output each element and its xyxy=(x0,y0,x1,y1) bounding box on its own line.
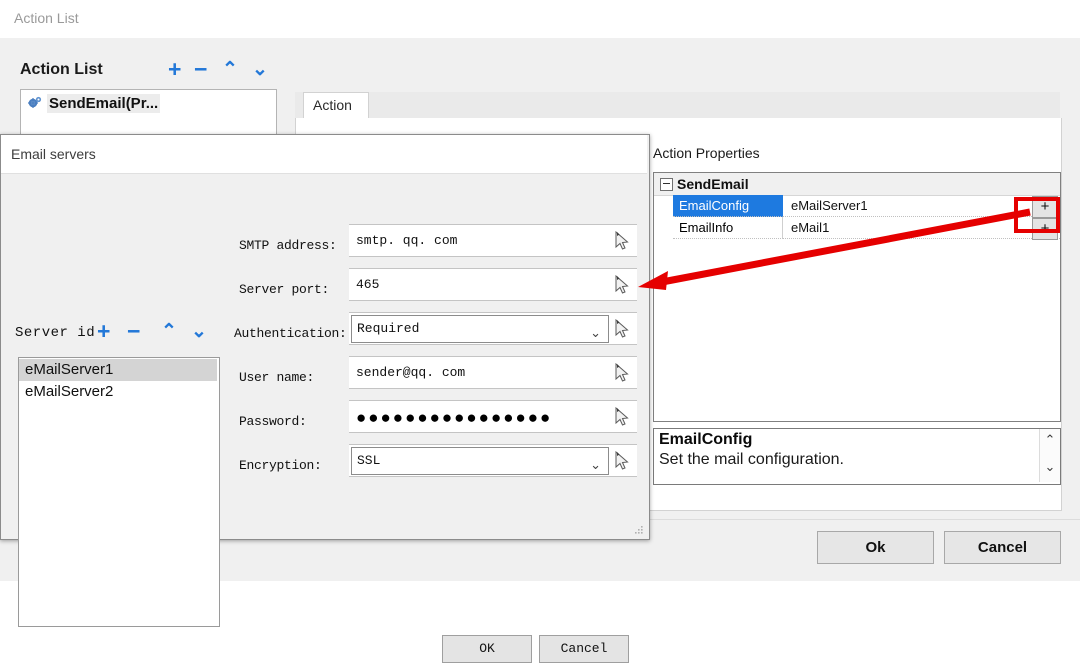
password-label: Password: xyxy=(239,414,307,429)
server-move-down-icon[interactable]: ⌄ xyxy=(191,322,207,341)
property-key-cell[interactable]: EmailConfig xyxy=(673,195,783,217)
tab-action-label: Action xyxy=(313,97,352,113)
encryption-selected-value: SSL xyxy=(357,453,381,468)
user-name-label: User name: xyxy=(239,370,315,385)
collapse-expander-icon[interactable] xyxy=(660,178,673,191)
cancel-button[interactable]: Cancel xyxy=(944,531,1061,564)
cursor-picker-icon[interactable] xyxy=(612,407,632,428)
chevron-down-icon[interactable]: ⌄ xyxy=(590,321,601,347)
property-key-cell[interactable]: EmailInfo xyxy=(673,217,783,239)
action-list-move-up-icon[interactable]: ⌃ xyxy=(222,60,238,79)
ok-button[interactable]: Ok xyxy=(817,531,934,564)
property-group-label: SendEmail xyxy=(677,176,749,192)
chevron-down-icon[interactable]: ⌄ xyxy=(590,453,601,479)
annotation-highlight-box xyxy=(1014,197,1060,233)
server-move-up-icon[interactable]: ⌃ xyxy=(161,322,177,341)
smtp-address-input[interactable]: smtp. qq. com xyxy=(351,227,609,254)
property-key-label: EmailConfig xyxy=(679,198,750,213)
action-properties-heading: Action Properties xyxy=(653,145,760,161)
property-description-pane: EmailConfig Set the mail configuration. … xyxy=(653,428,1061,485)
authentication-label: Authentication: xyxy=(234,326,347,341)
window-title: Action List xyxy=(14,10,79,26)
scroll-down-icon[interactable]: ⌄ xyxy=(1040,459,1060,475)
property-row-emailconfig[interactable]: EmailConfig eMailServer1 + xyxy=(654,195,1060,218)
tab-strip xyxy=(295,92,1060,119)
server-port-field-shell: 465 xyxy=(349,268,637,301)
smtp-address-field-shell: smtp. qq. com xyxy=(349,224,637,257)
server-port-input[interactable]: 465 xyxy=(351,271,609,298)
user-name-field-shell: sender@qq. com xyxy=(349,356,637,389)
email-servers-dialog: Email servers Server id + − ⌃ ⌄ eMailSer… xyxy=(0,134,650,663)
password-input[interactable]: ●●●●●●●●●●●●●●●● xyxy=(356,403,552,432)
cursor-picker-icon[interactable] xyxy=(612,363,632,384)
dialog-title: Email servers xyxy=(11,146,96,162)
property-value-label: eMail1 xyxy=(791,220,830,235)
property-row-emailinfo[interactable]: EmailInfo eMail1 + xyxy=(654,217,1060,240)
password-field-shell: ●●●●●●●●●●●●●●●● xyxy=(349,400,637,433)
list-item-label: SendEmail(Pr... xyxy=(47,94,161,113)
server-list-box[interactable]: eMailServer1 eMailServer2 xyxy=(18,357,220,627)
server-port-label: Server port: xyxy=(239,282,330,297)
smtp-address-label: SMTP address: xyxy=(239,238,337,253)
user-name-input[interactable]: sender@qq. com xyxy=(351,359,609,386)
encryption-label: Encryption: xyxy=(239,458,322,473)
cursor-picker-icon[interactable] xyxy=(612,275,632,296)
encryption-select[interactable]: SSL ⌄ xyxy=(351,447,609,475)
list-item[interactable]: SendEmail(Pr... xyxy=(21,93,276,115)
description-scrollbar[interactable]: ⌃ ⌄ xyxy=(1039,429,1060,482)
dialog-titlebar: Email servers xyxy=(1,135,647,174)
cursor-picker-icon[interactable] xyxy=(612,451,632,472)
property-key-label: EmailInfo xyxy=(679,220,734,235)
action-list-heading: Action List xyxy=(20,61,103,78)
server-remove-icon[interactable]: − xyxy=(127,320,140,343)
dialog-ok-button[interactable]: OK xyxy=(442,635,532,663)
property-value-label: eMailServer1 xyxy=(791,198,868,213)
cursor-picker-icon[interactable] xyxy=(612,231,632,252)
server-add-icon[interactable]: + xyxy=(97,320,110,343)
server-list-item[interactable]: eMailServer2 xyxy=(19,381,217,403)
encryption-field-shell: SSL ⌄ xyxy=(349,444,637,477)
authentication-field-shell: Required ⌄ xyxy=(349,312,637,345)
action-list-add-icon[interactable]: + xyxy=(168,58,181,81)
dialog-cancel-button[interactable]: Cancel xyxy=(539,635,629,663)
server-list-item[interactable]: eMailServer1 xyxy=(19,359,217,381)
resize-grip-icon[interactable] xyxy=(634,525,644,535)
window-titlebar: Action List xyxy=(0,0,1080,39)
action-list-move-down-icon[interactable]: ⌄ xyxy=(252,60,268,79)
scroll-up-icon[interactable]: ⌃ xyxy=(1040,432,1060,448)
action-properties-grid[interactable]: SendEmail EmailConfig eMailServer1 + Ema… xyxy=(653,172,1061,422)
property-description-title: EmailConfig xyxy=(659,431,753,448)
property-description-text: Set the mail configuration. xyxy=(659,451,844,468)
server-id-label: Server id xyxy=(15,325,96,341)
authentication-selected-value: Required xyxy=(357,321,420,336)
property-group-header[interactable]: SendEmail xyxy=(654,173,1060,196)
action-list-remove-icon[interactable]: − xyxy=(194,58,207,81)
gear-icon xyxy=(28,96,42,108)
authentication-select[interactable]: Required ⌄ xyxy=(351,315,609,343)
cursor-picker-icon[interactable] xyxy=(612,319,632,340)
